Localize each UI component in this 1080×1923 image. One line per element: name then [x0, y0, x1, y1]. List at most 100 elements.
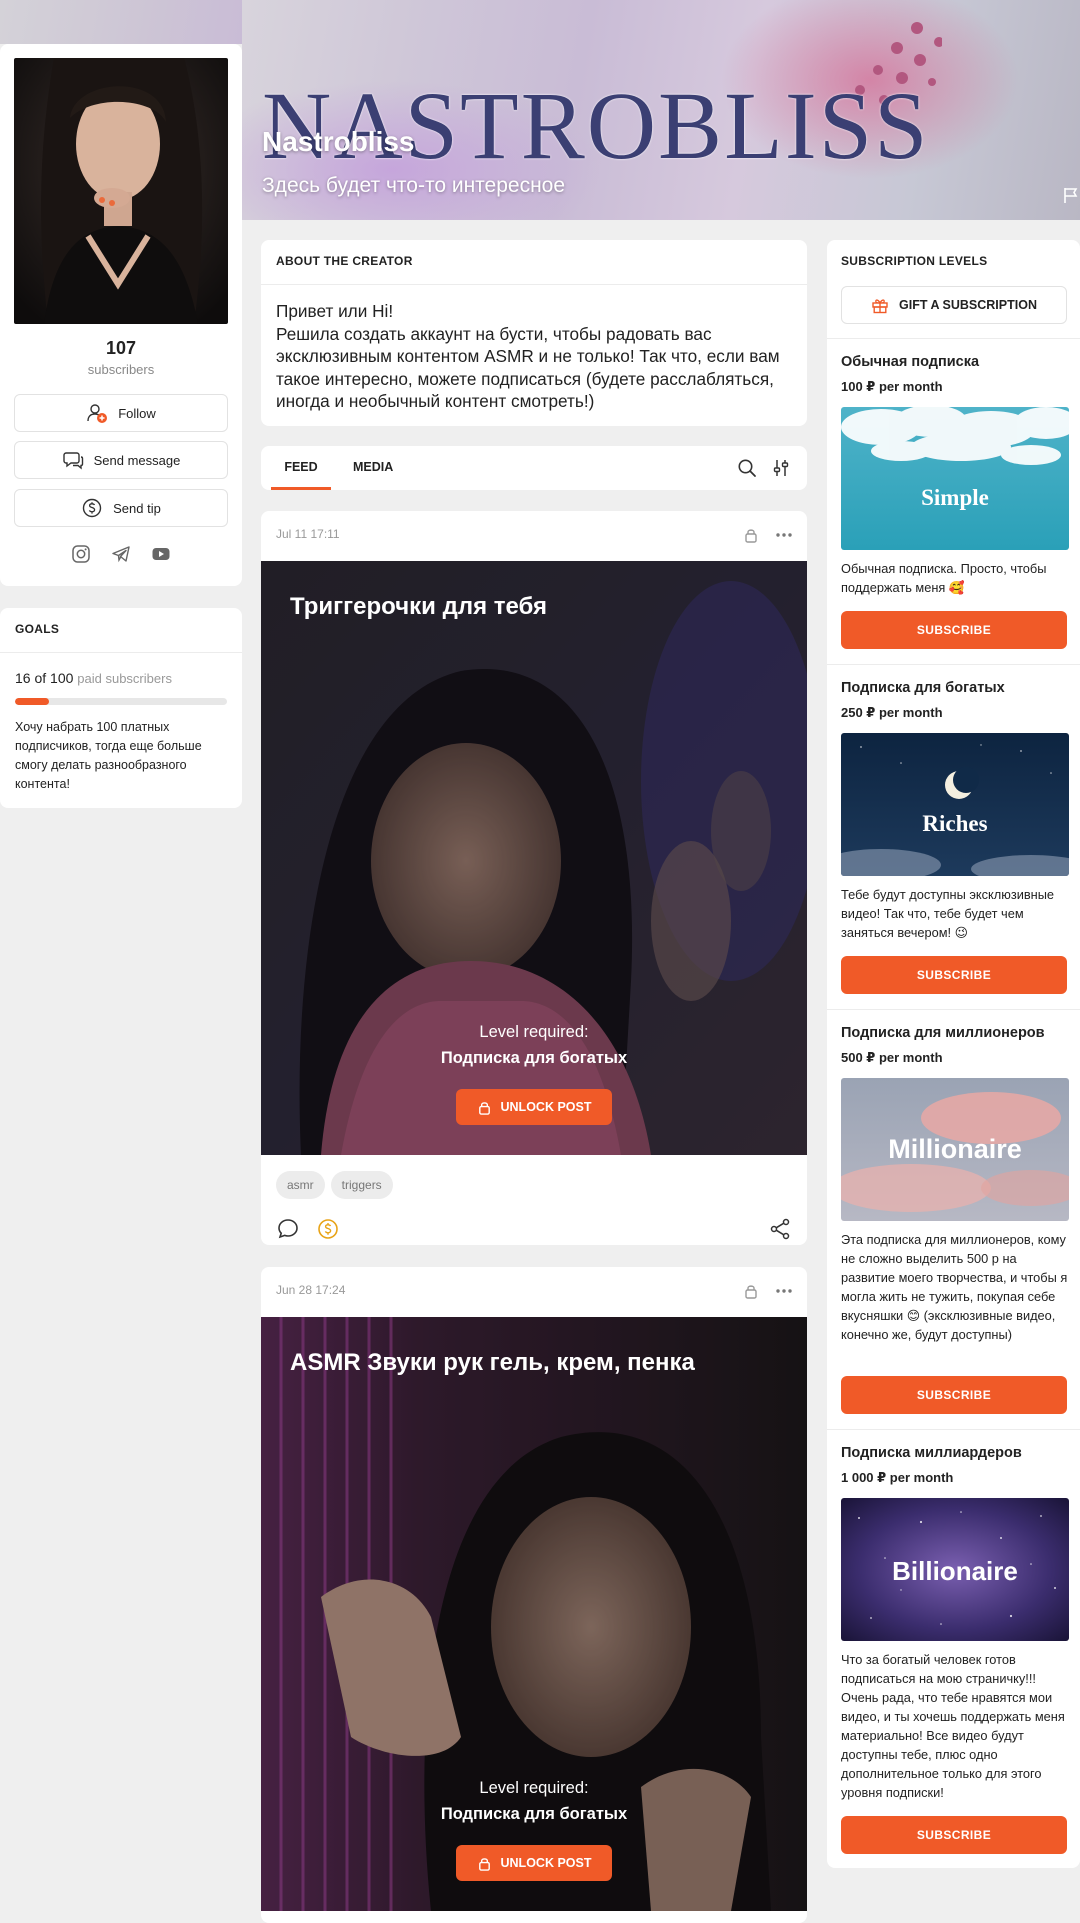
- post-title: Триггерочки для тебя: [290, 593, 548, 620]
- about-card: ABOUT THE CREATOR Привет или Hi! Решила …: [261, 240, 807, 426]
- send-message-label: Send message: [93, 452, 181, 468]
- tag-asmr[interactable]: asmr: [276, 1171, 325, 1199]
- unlock-label: UNLOCK POST: [500, 1100, 592, 1114]
- post-tags: asmr triggers: [276, 1171, 393, 1199]
- tag-triggers[interactable]: triggers: [330, 1171, 393, 1199]
- send-message-button[interactable]: Send message: [14, 441, 228, 479]
- subscriber-count: 107: [105, 338, 137, 358]
- post-date: Jun 28 17:24: [276, 1283, 346, 1297]
- unlock-label: UNLOCK POST: [500, 1856, 592, 1870]
- level-required-label: Level required:: [479, 1023, 589, 1041]
- divider: [827, 1429, 1080, 1430]
- dollar-coin-icon: [82, 498, 102, 518]
- tip-coin-icon[interactable]: [316, 1217, 340, 1241]
- about-heading: ABOUT THE CREATOR: [276, 254, 413, 268]
- tier-image: Millionaire: [841, 1078, 1069, 1221]
- goals-card: GOALS 16 of 100 paid subscribers Хочу на…: [0, 608, 242, 808]
- goal-count-suffix: paid subscribers: [77, 671, 172, 686]
- chat-icon: [62, 452, 83, 470]
- more-icon[interactable]: [775, 1283, 793, 1299]
- follow-button[interactable]: Follow: [14, 394, 228, 432]
- svg-text:Millionaire: Millionaire: [888, 1134, 1022, 1164]
- add-user-icon: [87, 404, 108, 423]
- subscribe-button[interactable]: SUBSCRIBE: [841, 1816, 1067, 1854]
- tier-name: Подписка миллиардеров: [841, 1445, 1022, 1461]
- level-required-name: Подписка для богатых: [440, 1049, 628, 1067]
- goal-progress-fill: [15, 698, 49, 705]
- tier-image: Riches: [841, 733, 1069, 876]
- post-locked-media[interactable]: Триггерочки для тебя Level required: Под…: [261, 561, 807, 1155]
- instagram-icon[interactable]: [71, 544, 91, 564]
- tier-description: Эта подписка для миллионеров, кому не сл…: [841, 1232, 1068, 1342]
- send-tip-button[interactable]: Send tip: [14, 489, 228, 527]
- goal-progress-bar: [15, 698, 227, 705]
- post-title: ASMR Звуки рук гель, крем, пенка: [290, 1349, 695, 1376]
- goal-count: 16 of 100: [15, 670, 74, 686]
- gift-icon: [872, 299, 888, 314]
- goal-progress-text: 16 of 100 paid subscribers: [15, 670, 172, 686]
- post-actions: [276, 1217, 792, 1241]
- svg-text:Simple: Simple: [921, 485, 989, 510]
- banner-left-strip: [0, 0, 242, 44]
- subscribe-button[interactable]: SUBSCRIBE: [841, 956, 1067, 994]
- avatar: [14, 58, 228, 324]
- subscriber-label: subscribers: [87, 362, 155, 377]
- lock-icon: [478, 1101, 490, 1115]
- gift-subscription-button[interactable]: GIFT A SUBSCRIPTION: [841, 286, 1067, 324]
- tab-feed[interactable]: FEED: [271, 446, 331, 490]
- subscribe-button[interactable]: SUBSCRIBE: [841, 611, 1067, 649]
- divider: [827, 338, 1080, 339]
- subscribe-label: SUBSCRIBE: [916, 1388, 992, 1402]
- report-flag-icon[interactable]: [1062, 186, 1080, 204]
- search-icon[interactable]: [737, 458, 757, 478]
- post-locked-media[interactable]: ASMR Звуки рук гель, крем, пенка Level r…: [261, 1317, 807, 1911]
- share-icon[interactable]: [768, 1217, 792, 1241]
- creator-name: Nastrobliss: [262, 126, 415, 157]
- subscribe-label: SUBSCRIBE: [916, 1828, 992, 1842]
- send-tip-label: Send tip: [113, 500, 161, 516]
- divider: [827, 664, 1080, 665]
- follow-label: Follow: [118, 405, 156, 421]
- post-card: Jun 28 17:24 ASMR Звуки рук гель, крем, …: [261, 1267, 807, 1923]
- subscription-levels-card: SUBSCRIPTION LEVELS GIFT A SUBSCRIPTION …: [827, 240, 1080, 1868]
- profile-banner: NASTROBLISS Nastrobliss Здесь будет что-…: [242, 0, 1080, 220]
- more-icon[interactable]: [775, 527, 793, 543]
- subscribe-label: SUBSCRIBE: [916, 623, 992, 637]
- tier-image: Billionaire: [841, 1498, 1069, 1641]
- level-required-label: Level required:: [479, 1779, 589, 1797]
- divider: [0, 652, 242, 653]
- feed-tabs: FEED MEDIA: [261, 446, 807, 490]
- tier-name: Подписка для миллионеров: [841, 1025, 1045, 1041]
- tier-name: Обычная подписка: [841, 354, 980, 370]
- tier-price: 1 000 ₽ per month: [841, 1470, 954, 1485]
- tier-description: Что за богатый человек готов подписаться…: [841, 1652, 1065, 1800]
- unlock-post-button[interactable]: UNLOCK POST: [456, 1089, 612, 1125]
- goals-heading: GOALS: [15, 622, 60, 636]
- tier-price: 250 ₽ per month: [841, 705, 943, 720]
- tier-image: Simple: [841, 407, 1069, 550]
- svg-text:Billionaire: Billionaire: [892, 1556, 1018, 1586]
- tier-price: 100 ₽ per month: [841, 379, 943, 394]
- profile-card: 107 subscribers Follow Send message Send…: [0, 44, 242, 586]
- tier-description: Обычная подписка. Просто, чтобы поддержа…: [841, 561, 1047, 595]
- tab-media[interactable]: MEDIA: [347, 446, 399, 490]
- lock-icon: [478, 1857, 490, 1871]
- comment-icon[interactable]: [276, 1217, 300, 1241]
- level-required-name: Подписка для богатых: [440, 1805, 628, 1823]
- subscribe-button[interactable]: SUBSCRIBE: [841, 1376, 1067, 1414]
- subscription-levels-heading: SUBSCRIPTION LEVELS: [841, 254, 988, 268]
- tier-price: 500 ₽ per month: [841, 1050, 943, 1065]
- divider: [261, 284, 807, 285]
- unlock-post-button[interactable]: UNLOCK POST: [456, 1845, 612, 1881]
- post-card: Jul 11 17:11 Триггерочки для тебя Level …: [261, 511, 807, 1245]
- social-links: [0, 544, 242, 564]
- subscribe-label: SUBSCRIBE: [916, 968, 992, 982]
- youtube-icon[interactable]: [151, 544, 171, 564]
- about-text: Привет или Hi! Решила создать аккаунт на…: [276, 301, 780, 411]
- creator-tagline: Здесь будет что-то интересное: [262, 174, 566, 197]
- svg-text:Riches: Riches: [922, 811, 987, 836]
- lock-icon: [745, 1285, 757, 1299]
- telegram-icon[interactable]: [111, 544, 131, 564]
- filter-icon[interactable]: [771, 458, 791, 478]
- tier-description: Тебе будут доступны эксклюзивные видео! …: [841, 887, 1055, 940]
